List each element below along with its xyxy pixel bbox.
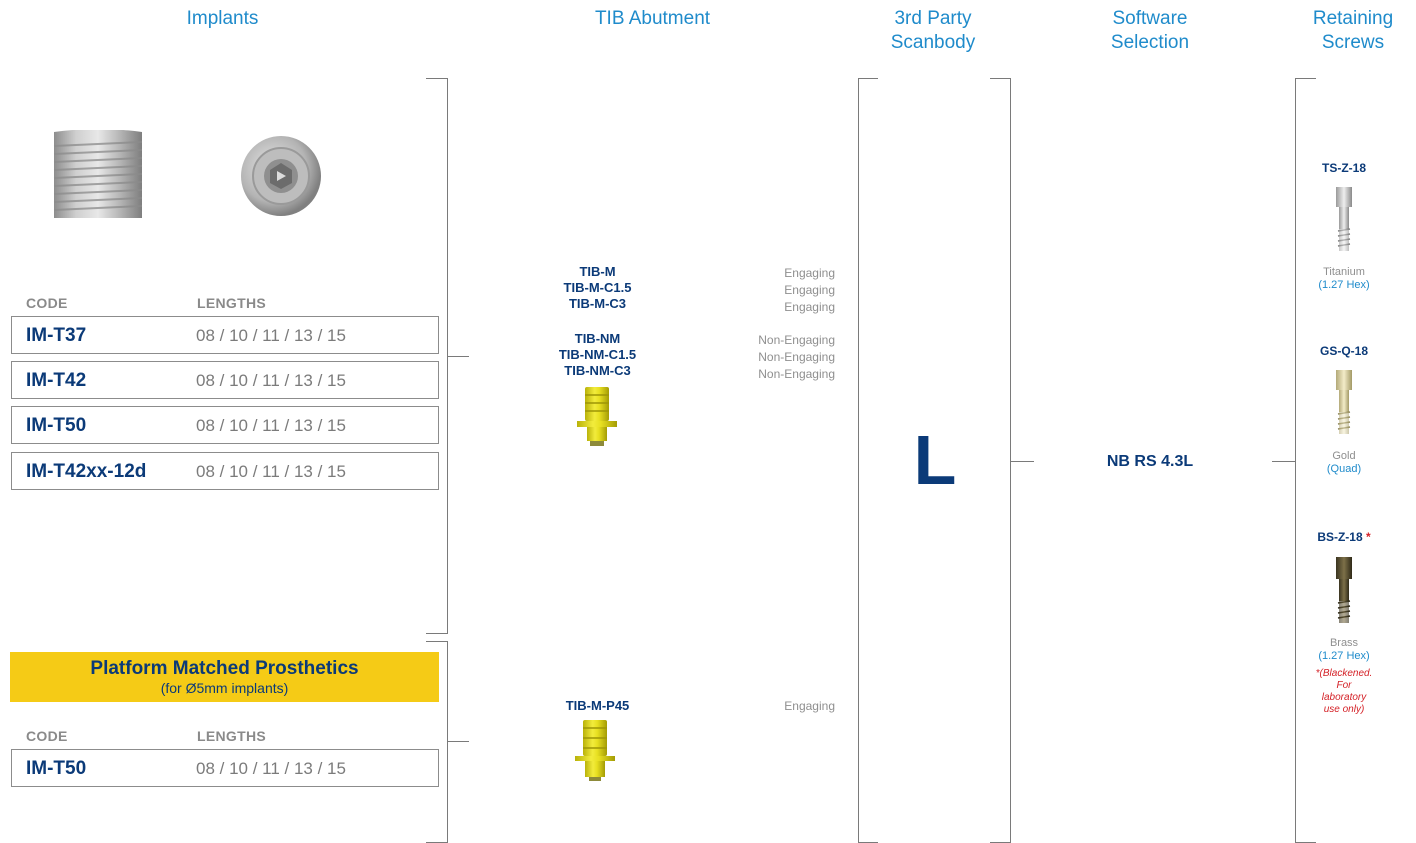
tib-group-engaging-types: Engaging Engaging Engaging [700, 265, 835, 316]
implant-code: IM-T50 [26, 415, 87, 436]
screw-material: Gold [1332, 450, 1356, 462]
note-line: use only) [1323, 704, 1365, 715]
implant-side-image [53, 130, 143, 218]
header-tib-abutment: TIB Abutment [594, 8, 711, 29]
header-screws-line2: Screws [1321, 32, 1385, 53]
platform-title: Platform Matched Prosthetics [90, 658, 359, 679]
bracket-screws-tick [1272, 461, 1296, 462]
implant-top-image [241, 136, 321, 216]
header-screws: Retaining Screws [1290, 7, 1416, 55]
header-scanbody-line2: Scanbody [890, 32, 976, 53]
tib-type: Engaging [784, 300, 835, 314]
bracket-screws-spine [1295, 78, 1296, 843]
bracket-platform-top [426, 641, 448, 642]
header-software-line1: Software [1112, 8, 1188, 29]
platform-subtitle: (for Ø5mm implants) [160, 680, 289, 696]
tib-code: TIB-M-P45 [565, 698, 630, 713]
header-scanbody: 3rd Party Scanbody [858, 7, 1008, 55]
implants-code-label: CODE [26, 295, 68, 311]
implant-lengths: 08 / 10 / 11 / 13 / 15 [196, 759, 346, 778]
screw-drive: (1.27 Hex) [1318, 650, 1370, 662]
screw-material: Titanium [1323, 266, 1365, 278]
software-selection: NB RS 4.3L [1106, 453, 1194, 470]
screw-code-bs-z-18: BS-Z-18 * [1300, 529, 1388, 545]
screw-code-gs-q-18: GS-Q-18 [1319, 344, 1368, 358]
platform-row-im-t50: IM-T50 08 / 10 / 11 / 13 / 15 [11, 749, 439, 787]
scanbody-letter: L [913, 421, 957, 499]
tib-type: Engaging [784, 699, 835, 713]
screw-material: Brass [1329, 637, 1359, 649]
note-line: For [1336, 680, 1352, 691]
implant-row-im-t37: IM-T37 08 / 10 / 11 / 13 / 15 [11, 316, 439, 354]
note-line: *(Blackened. [1315, 668, 1373, 679]
implant-lengths: 08 / 10 / 11 / 13 / 15 [196, 416, 346, 435]
screw-code: BS-Z-18 [1317, 530, 1363, 544]
tib-abutment-image [577, 387, 617, 446]
bracket-scanbody-left-spine [858, 78, 859, 843]
bracket-screws-top [1295, 78, 1316, 79]
platform-code-label: CODE [26, 728, 68, 744]
implant-row-im-t42: IM-T42 08 / 10 / 11 / 13 / 15 [11, 361, 439, 399]
screw-titanium-image [1336, 187, 1352, 251]
implant-row-im-t50: IM-T50 08 / 10 / 11 / 13 / 15 [11, 406, 439, 444]
tib-code: TIB-M-C1.5 [563, 280, 632, 295]
screw-drive: (Quad) [1326, 463, 1362, 475]
tib-code: TIB-M-C3 [568, 296, 627, 311]
bracket-implants-tick [447, 356, 469, 357]
implant-code: IM-T42 [26, 370, 87, 391]
tib-group-nonengaging-codes: TIB-NM TIB-NM-C1.5 TIB-NM-C3 [530, 331, 665, 379]
tib-code: TIB-NM-C1.5 [558, 347, 637, 362]
bracket-platform-spine [447, 641, 448, 843]
tib-type: Engaging [784, 283, 835, 297]
bracket-scanbody-right-top [990, 78, 1011, 79]
bracket-scanbody-right-tick [1010, 461, 1034, 462]
implant-lengths: 08 / 10 / 11 / 13 / 15 [196, 371, 346, 390]
bracket-implants-bottom [426, 633, 448, 634]
tib-code: TIB-M [579, 264, 616, 279]
page: { "headers": { "implants": "Implants", "… [0, 0, 1416, 843]
screw-asterisk: * [1366, 530, 1371, 544]
implant-lengths: 08 / 10 / 11 / 13 / 15 [196, 326, 346, 345]
tib-abutment-platform-image [575, 720, 615, 781]
platform-banner: Platform Matched Prosthetics (for Ø5mm i… [10, 652, 439, 702]
screw-code-ts-z-18: TS-Z-18 [1321, 161, 1366, 175]
header-software: Software Selection [1080, 7, 1220, 55]
tib-group-engaging-codes: TIB-M TIB-M-C1.5 TIB-M-C3 [530, 264, 665, 312]
bracket-implants-top [426, 78, 448, 79]
tib-type: Non-Engaging [758, 350, 835, 364]
platform-lengths-label: LENGTHS [197, 728, 266, 744]
screw-drive: (1.27 Hex) [1318, 279, 1370, 291]
implant-row-im-t42xx-12d: IM-T42xx-12d 08 / 10 / 11 / 13 / 15 [11, 452, 439, 490]
header-software-line2: Selection [1110, 32, 1190, 53]
tib-group-nonengaging-types: Non-Engaging Non-Engaging Non-Engaging [700, 332, 835, 383]
brass-lab-note: *(Blackened. For laboratory use only) [1300, 668, 1388, 716]
note-line: laboratory [1321, 692, 1367, 703]
tib-type: Non-Engaging [758, 333, 835, 347]
implant-lengths: 08 / 10 / 11 / 13 / 15 [196, 462, 346, 481]
header-implants: Implants [186, 8, 259, 29]
tib-code: TIB-NM-C3 [564, 363, 631, 378]
tib-group-platform-types: Engaging [700, 698, 835, 715]
tib-type: Engaging [784, 266, 835, 280]
implant-code: IM-T50 [26, 758, 87, 779]
bracket-platform-tick [447, 741, 469, 742]
header-scanbody-line1: 3rd Party [894, 8, 972, 29]
tib-code: TIB-NM [574, 331, 621, 346]
implants-lengths-label: LENGTHS [197, 295, 266, 311]
tib-group-platform-codes: TIB-M-P45 [530, 698, 665, 714]
header-screws-line1: Retaining [1312, 8, 1394, 29]
implant-code: IM-T37 [26, 325, 87, 346]
bracket-scanbody-left-top [858, 78, 878, 79]
tib-type: Non-Engaging [758, 367, 835, 381]
implant-code: IM-T42xx-12d [26, 461, 147, 482]
screw-gold-image [1336, 370, 1352, 434]
screw-brass-image [1336, 557, 1352, 623]
